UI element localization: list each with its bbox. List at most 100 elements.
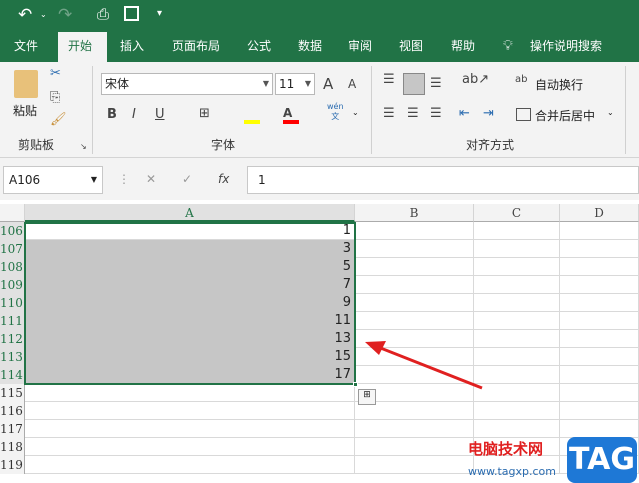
font-color-icon[interactable]: A — [283, 106, 292, 120]
column-header-c[interactable]: C — [474, 204, 560, 222]
row-header[interactable]: 111 — [0, 312, 25, 330]
font-size-select[interactable]: 11 ▼ — [275, 73, 315, 95]
row-header[interactable]: 108 — [0, 258, 25, 276]
cell-a[interactable]: 17 — [25, 366, 355, 384]
save-icon[interactable] — [124, 6, 139, 21]
cell-a[interactable] — [25, 420, 355, 438]
tell-me-search[interactable]: 操作说明搜索 — [520, 32, 612, 62]
row-header[interactable]: 112 — [0, 330, 25, 348]
cell-b[interactable] — [355, 294, 474, 312]
cell-a[interactable] — [25, 384, 355, 402]
row-header[interactable]: 106 — [0, 222, 25, 240]
cell-a[interactable]: 5 — [25, 258, 355, 276]
decrease-indent-icon[interactable]: ⇤ — [459, 106, 470, 121]
cell-d[interactable] — [560, 222, 639, 240]
cell-d[interactable] — [560, 330, 639, 348]
decrease-font-icon[interactable]: A — [348, 77, 356, 91]
cell-c[interactable] — [474, 312, 560, 330]
fill-color-icon[interactable] — [244, 120, 260, 124]
enter-icon[interactable]: ✓ — [182, 172, 192, 186]
cell-a[interactable] — [25, 456, 355, 474]
select-all-corner[interactable] — [0, 204, 25, 222]
cell-a[interactable] — [25, 402, 355, 420]
cell-d[interactable] — [560, 348, 639, 366]
align-bottom-icon[interactable]: ☰ — [430, 76, 442, 91]
cell-c[interactable] — [474, 276, 560, 294]
cell-d[interactable] — [560, 402, 639, 420]
cell-c[interactable] — [474, 258, 560, 276]
cell-a[interactable]: 9 — [25, 294, 355, 312]
row-header[interactable]: 114 — [0, 366, 25, 384]
cell-d[interactable] — [560, 366, 639, 384]
tab-review[interactable]: 审阅 — [338, 32, 382, 62]
align-center-icon[interactable]: ☰ — [407, 106, 419, 121]
undo-icon[interactable]: ↶ — [18, 5, 32, 25]
customize-icon[interactable]: ▾ — [157, 8, 162, 19]
tab-help[interactable]: 帮助 — [441, 32, 485, 62]
row-header[interactable]: 119 — [0, 456, 25, 474]
cell-b[interactable] — [355, 222, 474, 240]
merge-center-button[interactable]: 合并后居中 — [535, 107, 595, 124]
cell-b[interactable] — [355, 240, 474, 258]
cell-a[interactable]: 7 — [25, 276, 355, 294]
insert-function-button[interactable]: fx — [218, 172, 229, 186]
cell-b[interactable] — [355, 456, 474, 474]
undo-dropdown-icon[interactable]: ⌄ — [40, 10, 47, 19]
paste-icon[interactable] — [14, 70, 38, 98]
row-header[interactable]: 109 — [0, 276, 25, 294]
borders-icon[interactable]: ⊞ — [199, 106, 210, 121]
tab-view[interactable]: 视图 — [389, 32, 433, 62]
cell-d[interactable] — [560, 312, 639, 330]
cell-c[interactable] — [474, 402, 560, 420]
cell-b[interactable] — [355, 438, 474, 456]
cell-c[interactable] — [474, 420, 560, 438]
row-header[interactable]: 118 — [0, 438, 25, 456]
cell-b[interactable] — [355, 276, 474, 294]
cell-a[interactable]: 1 — [25, 222, 355, 240]
row-header[interactable]: 107 — [0, 240, 25, 258]
italic-button[interactable]: I — [132, 107, 136, 122]
row-header[interactable]: 116 — [0, 402, 25, 420]
cell-a[interactable]: 11 — [25, 312, 355, 330]
cell-c[interactable] — [474, 294, 560, 312]
cell-a[interactable] — [25, 438, 355, 456]
cell-d[interactable] — [560, 276, 639, 294]
font-name-select[interactable]: 宋体 ▼ — [101, 73, 273, 95]
cell-d[interactable] — [560, 258, 639, 276]
cell-c[interactable] — [474, 240, 560, 258]
row-header[interactable]: 113 — [0, 348, 25, 366]
cell-d[interactable] — [560, 420, 639, 438]
cell-a[interactable]: 15 — [25, 348, 355, 366]
column-header-b[interactable]: B — [355, 204, 474, 222]
row-header[interactable]: 110 — [0, 294, 25, 312]
increase-font-icon[interactable]: A — [323, 75, 333, 93]
formula-input[interactable]: 1 — [247, 166, 639, 194]
tab-file[interactable]: 文件 — [4, 32, 48, 62]
format-painter-icon[interactable]: 🖌︎ — [50, 112, 67, 127]
cell-d[interactable] — [560, 384, 639, 402]
copy-icon[interactable]: ⎘ — [50, 90, 60, 105]
underline-button[interactable]: U — [155, 107, 165, 122]
cell-b[interactable] — [355, 312, 474, 330]
print-preview-icon[interactable]: ⎙ — [97, 5, 109, 23]
cell-b[interactable] — [355, 420, 474, 438]
phonetic-guide-button[interactable]: wén 文 — [327, 102, 344, 122]
bold-button[interactable]: B — [107, 107, 117, 122]
cell-d[interactable] — [560, 240, 639, 258]
cell-a[interactable]: 3 — [25, 240, 355, 258]
orientation-icon[interactable]: ab↗ — [462, 72, 489, 87]
align-top-icon[interactable]: ☰ — [383, 72, 395, 87]
tab-insert[interactable]: 插入 — [110, 32, 154, 62]
tab-formulas[interactable]: 公式 — [237, 32, 281, 62]
align-middle-button[interactable] — [403, 73, 425, 95]
fill-handle[interactable] — [353, 382, 358, 387]
column-header-d[interactable]: D — [560, 204, 639, 222]
increase-indent-icon[interactable]: ⇥ — [483, 106, 494, 121]
cell-b[interactable] — [355, 258, 474, 276]
tab-page-layout[interactable]: 页面布局 — [162, 32, 230, 62]
redo-icon[interactable]: ↷ — [58, 5, 72, 25]
spreadsheet-grid[interactable]: A B C D 106 1 107 3 108 5 109 7 110 9 11… — [0, 204, 639, 483]
row-header[interactable]: 117 — [0, 420, 25, 438]
column-header-a[interactable]: A — [25, 204, 355, 222]
cancel-icon[interactable]: ✕ — [146, 172, 156, 186]
